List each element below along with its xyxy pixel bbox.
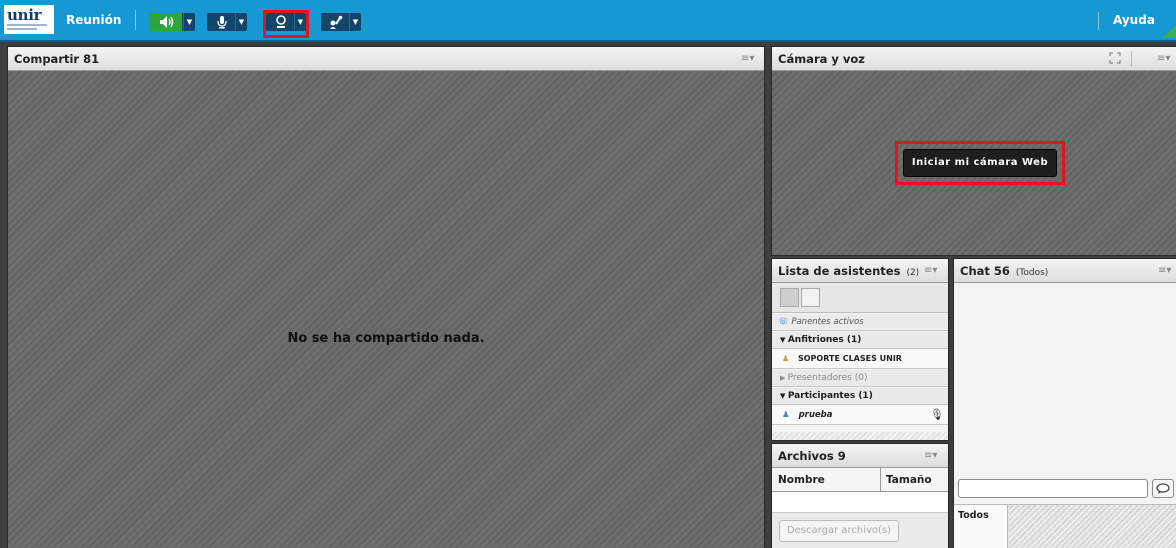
files-footer: Descargar archivo(s) [772, 512, 948, 548]
menu-reunion[interactable]: Reunión [66, 13, 121, 27]
pod-menu-icon[interactable]: ≡▾ [1158, 265, 1171, 276]
camera-pod-title: Cámara y voz [778, 52, 865, 66]
attendee-count: (2) [906, 268, 920, 278]
raise-hand-dropdown-icon[interactable]: ▼ [349, 13, 361, 31]
files-pod-header: Archivos 9 ≡▾ [772, 444, 948, 468]
host-user-name: SOPORTE CLASES UNIR [797, 354, 902, 363]
active-speakers-label: Panentes activos [791, 317, 864, 327]
active-speakers-row: ☏ Panentes activos [772, 314, 948, 331]
meeting-window: unir Reunión ▼ ▼ ▼ ▼ Ayuda Compartir 81 … [0, 0, 1176, 548]
webcam-highlight-box [263, 10, 309, 38]
share-empty-message: No se ha compartido nada. [287, 331, 485, 346]
presenters-group-label: Presentadores (0) [787, 373, 868, 383]
speaker-dropdown-icon[interactable]: ▼ [183, 13, 195, 31]
logo-text: unir [7, 6, 42, 24]
participants-group-label: Participantes (1) [787, 391, 873, 401]
hosts-group-label: Anfitriones (1) [787, 335, 862, 345]
microphone-button[interactable]: ▼ [207, 13, 247, 31]
camera-pod-header: Cámara y voz ≡▾ [772, 47, 1176, 71]
chat-send-button[interactable] [1152, 479, 1174, 498]
start-webcam-highlight-box [895, 141, 1065, 185]
share-pod-title: Compartir 81 [14, 52, 100, 66]
files-col-name[interactable]: Nombre [778, 474, 825, 486]
attendee-pod-title: Lista de asistentes (2) [778, 264, 919, 278]
phone-icon: ☏ [778, 317, 792, 327]
toolbar-divider [1098, 12, 1099, 30]
camera-voice-pod: Cámara y voz ≡▾ Iniciar mi cámara Web [771, 46, 1176, 256]
participant-user-row[interactable]: ♟ prueba 🎙 [772, 406, 948, 425]
speech-bubble-icon [1156, 483, 1170, 494]
pod-menu-icon[interactable]: ≡▾ [741, 53, 754, 64]
participant-user-icon: ♟ [782, 410, 793, 420]
speaker-button[interactable]: ▼ [150, 13, 195, 31]
top-toolbar: unir Reunión ▼ ▼ ▼ ▼ Ayuda [0, 0, 1176, 40]
presenters-group-row[interactable]: ▶ Presentadores (0) [772, 370, 948, 387]
chat-pod-title-text: Chat 56 [960, 264, 1010, 278]
files-col-size[interactable]: Tamaño [886, 474, 932, 486]
chat-pod-title: Chat 56 (Todos) [960, 264, 1048, 278]
microphone-icon: 🎙 [930, 408, 944, 421]
host-user-icon: ♟ [782, 354, 792, 363]
raise-hand-icon [330, 15, 343, 29]
expand-triangle-icon: ▼ [780, 392, 788, 400]
pod-menu-icon[interactable]: ≡▾ [924, 265, 937, 276]
microphone-dropdown-icon[interactable]: ▼ [235, 13, 247, 31]
status-corner-indicator [1162, 26, 1176, 38]
share-pod-header: Compartir 81 ≡▾ [8, 47, 764, 71]
pod-menu-icon[interactable]: ≡▾ [1157, 53, 1170, 64]
host-user-row[interactable]: ♟ SOPORTE CLASES UNIR [772, 350, 948, 369]
toolbar-divider [135, 10, 136, 30]
files-pod-title: Archivos 9 [778, 449, 846, 463]
share-pod: Compartir 81 ≡▾ No se ha compartido nada… [7, 46, 765, 548]
pod-menu-icon[interactable]: ≡▾ [924, 450, 937, 461]
list-view-icon[interactable] [780, 288, 799, 307]
attendee-pod-title-text: Lista de asistentes [778, 264, 901, 278]
chat-messages-area [954, 283, 1176, 473]
microphone-icon [217, 16, 227, 29]
participants-group-row[interactable]: ▼ Participantes (1) [772, 388, 948, 405]
files-pod: Archivos 9 ≡▾ Nombre Tamaño Descargar ar… [771, 443, 949, 548]
collapsed-triangle-icon: ▶ [780, 374, 788, 382]
chat-tabs-bar: Todos [954, 504, 1176, 548]
files-list [772, 492, 948, 512]
expand-icon[interactable] [1109, 52, 1121, 64]
help-menu[interactable]: Ayuda [1113, 13, 1155, 27]
attendee-list-pod: Lista de asistentes (2) ≡▾ ☏ Panentes act… [771, 258, 949, 441]
attendee-pod-header: Lista de asistentes (2) ≡▾ [772, 259, 948, 283]
attendee-view-toolbar [772, 283, 948, 313]
speaker-icon [160, 16, 174, 28]
status-view-icon[interactable] [801, 288, 820, 307]
unir-logo: unir [4, 5, 54, 34]
chat-message-input[interactable] [958, 479, 1148, 498]
hosts-group-row[interactable]: ▼ Anfitriones (1) [772, 332, 948, 349]
files-table-header: Nombre Tamaño [772, 468, 948, 492]
download-files-button[interactable]: Descargar archivo(s) [779, 520, 899, 542]
participant-user-name: prueba [798, 410, 833, 420]
chat-pod: Chat 56 (Todos) ≡▾ Todos [953, 258, 1176, 548]
chat-tab-all[interactable]: Todos [954, 505, 1008, 548]
chat-pod-header: Chat 56 (Todos) ≡▾ [954, 259, 1176, 283]
raise-hand-button[interactable]: ▼ [321, 13, 361, 31]
chat-scope: (Todos) [1015, 268, 1049, 278]
expand-triangle-icon: ▼ [780, 336, 788, 344]
